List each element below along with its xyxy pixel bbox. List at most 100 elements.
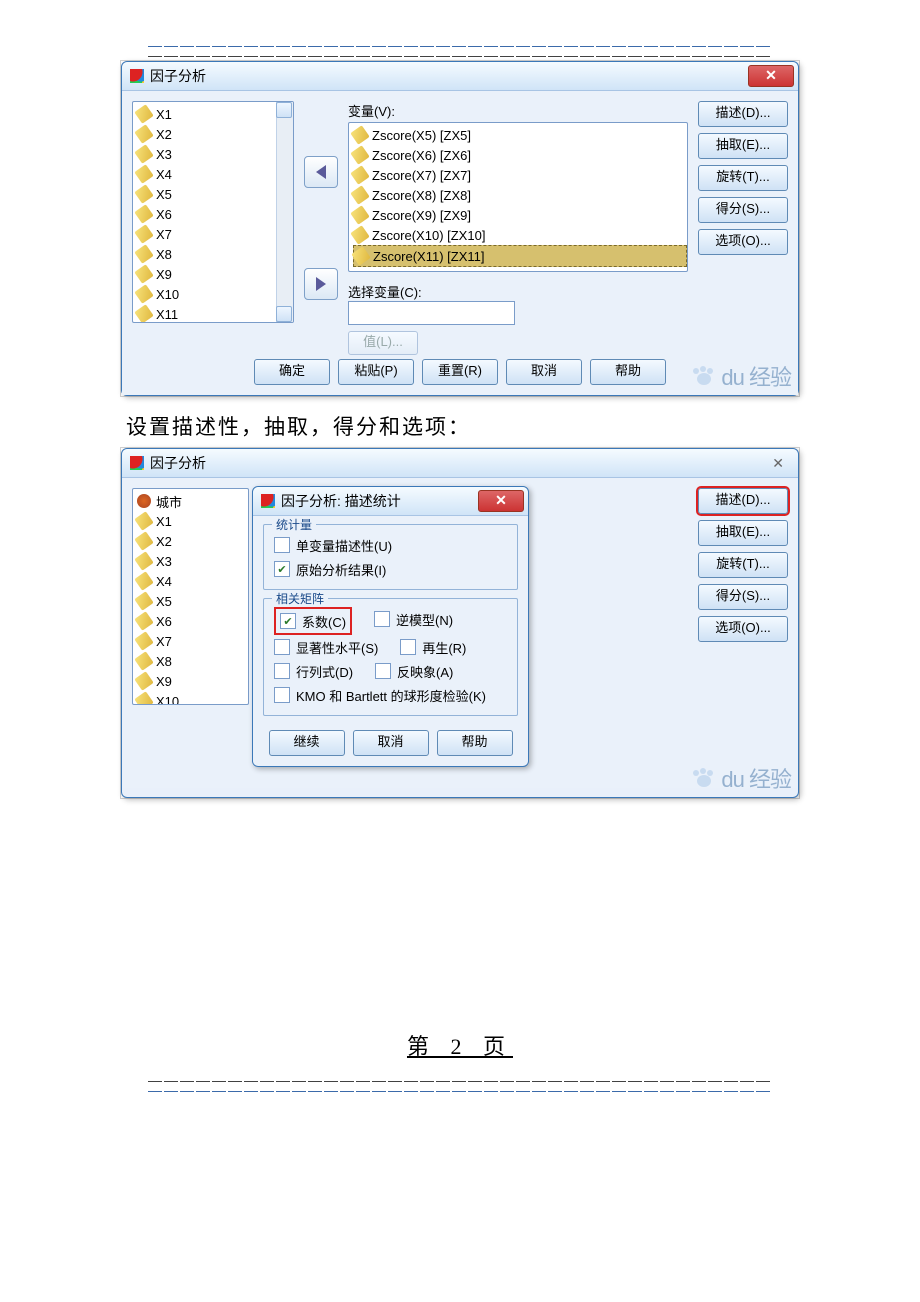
scale-icon [134, 611, 153, 630]
list-item[interactable]: X7 [137, 224, 293, 244]
list-item[interactable]: X8 [137, 651, 248, 671]
arrow-left-icon [316, 165, 326, 179]
describe-button[interactable]: 描述(D)... [698, 101, 788, 127]
extract-button[interactable]: 抽取(E)... [698, 133, 788, 159]
move-left-button[interactable] [304, 156, 338, 188]
scale-icon [134, 164, 153, 183]
app-icon [261, 494, 275, 508]
cancel-button[interactable]: 取消 [506, 359, 582, 385]
list-item[interactable]: X11 [137, 304, 293, 323]
chk-initial: ✔ 原始分析结果(I) [274, 557, 507, 581]
caption-text: 设置描述性，抽取，得分和选项： [120, 397, 800, 447]
list-item[interactable]: X9 [137, 264, 293, 284]
bottom-divider-blue: ——————————————————————————————————————— [120, 1085, 800, 1095]
help-button[interactable]: 帮助 [437, 730, 513, 756]
checkbox-icon[interactable] [274, 663, 290, 679]
scale-icon [350, 185, 369, 204]
select-var-input[interactable] [348, 301, 515, 325]
help-button[interactable]: 帮助 [590, 359, 666, 385]
list-item[interactable]: Zscore(X9) [ZX9] [353, 205, 687, 225]
chk-repro: 再生(R) [400, 635, 466, 659]
dialog-title: 因子分析 [150, 66, 206, 86]
list-item[interactable]: X10 [137, 691, 248, 705]
list-item[interactable]: X3 [137, 144, 293, 164]
checkbox-icon[interactable] [274, 639, 290, 655]
checkbox-icon[interactable]: ✔ [280, 613, 296, 629]
list-item[interactable]: Zscore(X7) [ZX7] [353, 165, 687, 185]
scale-icon [134, 591, 153, 610]
options-button[interactable]: 选项(O)... [698, 616, 788, 642]
corr-legend: 相关矩阵 [272, 590, 328, 607]
list-item[interactable]: X10 [137, 284, 293, 304]
list-item[interactable]: Zscore(X10) [ZX10] [353, 225, 687, 245]
select-var-label: 选择变量(C): [348, 272, 688, 301]
corr-group: 相关矩阵 ✔ 系数(C) 逆模型(N) [263, 598, 518, 716]
watermark: du 经验 [691, 762, 791, 794]
scale-icon [351, 246, 370, 265]
scale-icon [134, 144, 153, 163]
list-item[interactable]: 城市 [137, 491, 248, 511]
checkbox-icon[interactable] [274, 687, 290, 703]
extract-button[interactable]: 抽取(E)... [698, 520, 788, 546]
list-item[interactable]: X2 [137, 531, 248, 551]
checkbox-icon[interactable] [374, 611, 390, 627]
list-item[interactable]: X9 [137, 671, 248, 691]
list-item[interactable]: X7 [137, 631, 248, 651]
scale-icon [134, 204, 153, 223]
scroll-thumb-icon[interactable] [276, 102, 292, 118]
list-item-selected[interactable]: Zscore(X11) [ZX11] [353, 245, 687, 267]
list-item[interactable]: X4 [137, 571, 248, 591]
screenshot-1: 因子分析 ✕ X1 X2 X3 X4 X5 X6 X7 [120, 60, 800, 397]
list-item[interactable]: X4 [137, 164, 293, 184]
cancel-button[interactable]: 取消 [353, 730, 429, 756]
checkbox-icon[interactable]: ✔ [274, 561, 290, 577]
scale-icon [350, 205, 369, 224]
list-item[interactable]: X3 [137, 551, 248, 571]
scale-icon [134, 531, 153, 550]
list-item[interactable]: X5 [137, 591, 248, 611]
paste-button[interactable]: 粘贴(P) [338, 359, 414, 385]
source-var-listbox[interactable]: 城市 X1 X2 X3 X4 X5 X6 X7 X8 X9 X10 [132, 488, 249, 705]
list-item[interactable]: X5 [137, 184, 293, 204]
list-item[interactable]: Zscore(X5) [ZX5] [353, 125, 687, 145]
scores-button[interactable]: 得分(S)... [698, 584, 788, 610]
value-button: 值(L)... [348, 331, 418, 355]
list-item[interactable]: X1 [137, 104, 293, 124]
scroll-thumb-icon[interactable] [276, 306, 292, 322]
describe-button[interactable]: 描述(D)... [698, 488, 788, 514]
page-number: 第 2 页 [120, 1029, 800, 1061]
scores-button[interactable]: 得分(S)... [698, 197, 788, 223]
list-item[interactable]: Zscore(X6) [ZX6] [353, 145, 687, 165]
stats-group: 统计量 单变量描述性(U) ✔ 原始分析结果(I) [263, 524, 518, 590]
reset-button[interactable]: 重置(R) [422, 359, 498, 385]
scrollbar[interactable] [276, 102, 293, 322]
source-var-listbox[interactable]: X1 X2 X3 X4 X5 X6 X7 X8 X9 X10 X11 [132, 101, 294, 323]
rotate-button[interactable]: 旋转(T)... [698, 552, 788, 578]
scale-icon [134, 124, 153, 143]
close-icon[interactable]: ✕ [748, 65, 794, 87]
checkbox-icon[interactable] [375, 663, 391, 679]
move-right-button[interactable] [304, 268, 338, 300]
ok-button[interactable]: 确定 [254, 359, 330, 385]
scale-icon [350, 125, 369, 144]
variables-listbox[interactable]: Zscore(X5) [ZX5] Zscore(X6) [ZX6] Zscore… [348, 122, 688, 272]
scale-icon [134, 284, 153, 303]
list-item[interactable]: X6 [137, 204, 293, 224]
options-button[interactable]: 选项(O)... [698, 229, 788, 255]
list-item[interactable]: X1 [137, 511, 248, 531]
nominal-icon [137, 494, 151, 508]
list-item[interactable]: X6 [137, 611, 248, 631]
list-item[interactable]: Zscore(X8) [ZX8] [353, 185, 687, 205]
scale-icon [134, 631, 153, 650]
titlebar: 因子分析 ✕ [122, 62, 798, 91]
continue-button[interactable]: 继续 [269, 730, 345, 756]
chk-inverse: 逆模型(N) [374, 607, 453, 631]
list-item[interactable]: X2 [137, 124, 293, 144]
list-item[interactable]: X8 [137, 244, 293, 264]
checkbox-icon[interactable] [274, 537, 290, 553]
close-icon[interactable]: ✕ [478, 490, 524, 512]
chk-coef: ✔ 系数(C) [274, 607, 352, 635]
close-icon[interactable]: ✕ [762, 451, 794, 476]
checkbox-icon[interactable] [400, 639, 416, 655]
rotate-button[interactable]: 旋转(T)... [698, 165, 788, 191]
